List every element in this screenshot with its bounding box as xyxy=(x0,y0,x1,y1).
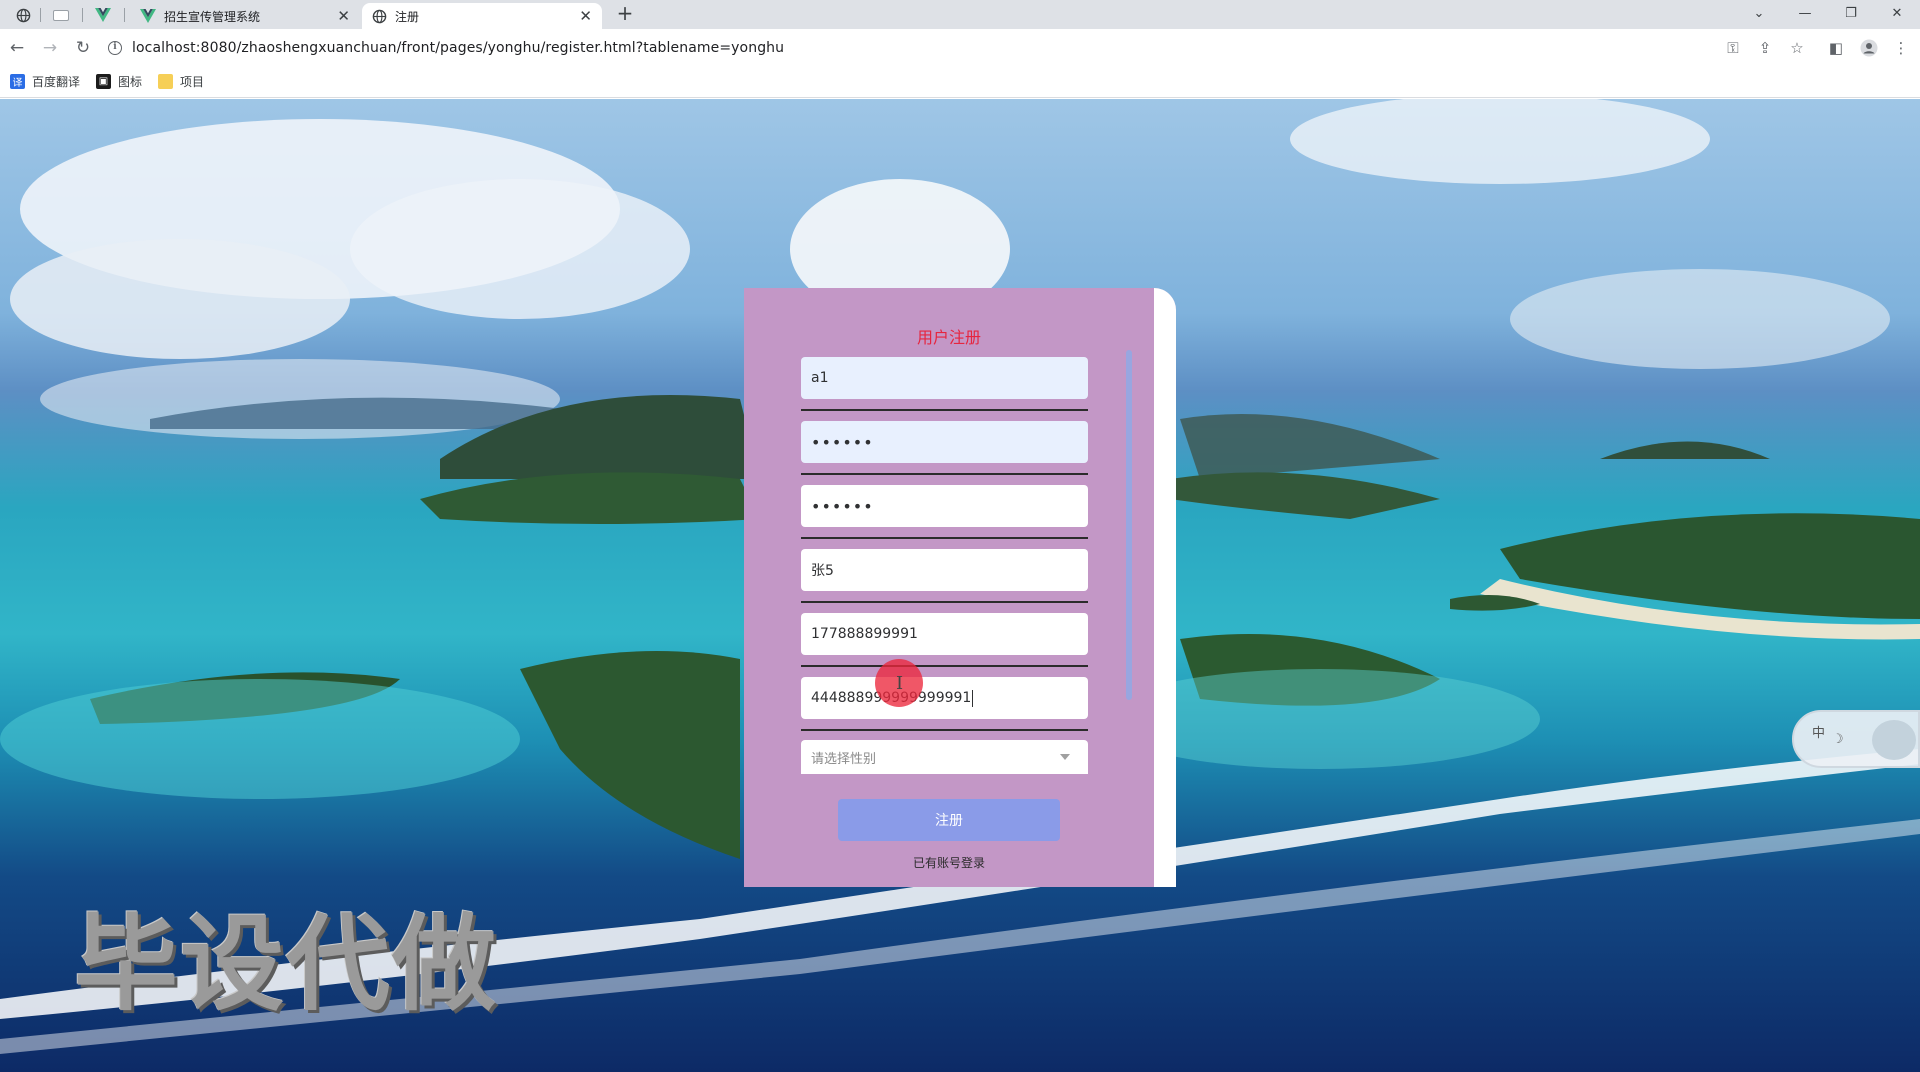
side-panel-icon[interactable]: ◧ xyxy=(1823,35,1849,61)
password-input[interactable]: •••••• xyxy=(801,421,1088,463)
share-icon[interactable]: ⇪ xyxy=(1752,35,1778,61)
bookmark-project-folder[interactable]: 项目 xyxy=(158,73,204,90)
key-icon[interactable]: ⚿ xyxy=(1720,35,1746,61)
blank-page-icon xyxy=(53,9,69,21)
bookmark-label: 图标 xyxy=(118,75,143,89)
gender-select[interactable]: 请选择性别 xyxy=(801,740,1088,774)
pinned-tab-vue[interactable] xyxy=(88,3,118,27)
tab-register[interactable]: 注册 ✕ xyxy=(362,3,602,29)
phone-input[interactable]: 177888899991 xyxy=(801,613,1088,655)
folder-icon xyxy=(158,74,174,89)
image-icon: ▣ xyxy=(96,74,112,89)
menu-kebab-icon[interactable]: ⋮ xyxy=(1888,35,1914,61)
login-link[interactable]: 已有账号登录 xyxy=(744,854,1154,871)
field-divider xyxy=(801,537,1088,539)
close-tab-icon[interactable]: ✕ xyxy=(337,7,350,25)
panel-edge xyxy=(1154,288,1176,887)
globe-icon xyxy=(16,8,30,22)
pinned-tab-globe[interactable] xyxy=(8,3,38,27)
avatar xyxy=(1860,39,1878,57)
vue-logo-icon xyxy=(95,8,111,22)
dropdown-arrow-icon xyxy=(1060,754,1070,760)
address-bar[interactable]: i localhost:8080/zhaoshengxuanchuan/fron… xyxy=(108,33,1768,62)
ime-mascot-icon xyxy=(1872,720,1916,760)
register-button[interactable]: 注册 xyxy=(838,799,1060,841)
close-window-icon[interactable]: ✕ xyxy=(1874,0,1920,26)
text-cursor-icon: I xyxy=(896,673,904,694)
watermark-text: 毕设代做 xyxy=(74,903,499,1025)
reload-icon[interactable]: ↻ xyxy=(70,35,96,61)
vue-logo-icon xyxy=(140,9,156,23)
field-divider xyxy=(801,409,1088,411)
profile-icon[interactable] xyxy=(1856,35,1882,61)
text-caret xyxy=(972,689,974,707)
username-input[interactable]: a1 xyxy=(801,357,1088,399)
pinned-tab-blank[interactable] xyxy=(46,3,76,27)
back-arrow-icon[interactable]: ← xyxy=(4,35,30,61)
tab-search-chevron-icon[interactable]: ⌄ xyxy=(1736,0,1782,26)
field-divider xyxy=(801,729,1088,731)
moon-icon: ☽ xyxy=(1832,732,1844,747)
browser-toolbar: ← → ↻ i localhost:8080/zhaoshengxuanchua… xyxy=(0,29,1920,66)
field-divider xyxy=(801,601,1088,603)
id-number-input[interactable]: 444888999999999991 xyxy=(801,677,1088,719)
baidu-translate-icon: 译 xyxy=(10,74,25,89)
bookmark-icons[interactable]: ▣ 图标 xyxy=(96,73,142,90)
gender-placeholder: 请选择性别 xyxy=(811,751,877,767)
form-title: 用户注册 xyxy=(916,328,981,347)
tab-admin-system[interactable]: 招生宣传管理系统 ✕ xyxy=(130,3,360,29)
form-scrollbar[interactable] xyxy=(1126,350,1132,700)
tab-strip: 招生宣传管理系统 ✕ 注册 ✕ + ⌄ — ❐ ✕ xyxy=(0,0,1920,29)
bookmarks-bar: 译 百度翻译 ▣ 图标 项目 xyxy=(0,66,1920,98)
field-divider xyxy=(801,665,1088,667)
field-divider xyxy=(801,473,1088,475)
register-panel: 用户注册 a1 •••••• •••••• 张5 177888899991 44… xyxy=(744,288,1176,887)
minimize-icon[interactable]: — xyxy=(1782,0,1828,26)
name-input[interactable]: 张5 xyxy=(801,549,1088,591)
ime-mode-label: 中 xyxy=(1812,726,1826,741)
confirm-password-input[interactable]: •••••• xyxy=(801,485,1088,527)
bookmark-baidu-translate[interactable]: 译 百度翻译 xyxy=(10,73,80,90)
close-tab-icon[interactable]: ✕ xyxy=(579,7,592,25)
bookmark-label: 百度翻译 xyxy=(32,75,81,89)
globe-icon xyxy=(372,9,387,23)
tab-separator xyxy=(40,8,41,22)
restore-icon[interactable]: ❐ xyxy=(1828,0,1874,26)
site-info-icon[interactable]: i xyxy=(108,40,122,55)
url-text: localhost:8080/zhaoshengxuanchuan/front/… xyxy=(132,39,785,56)
page-background: 用户注册 a1 •••••• •••••• 张5 177888899991 44… xyxy=(0,99,1920,1072)
tab-title: 招生宣传管理系统 xyxy=(164,9,261,24)
tab-separator xyxy=(82,8,83,22)
bookmark-label: 项目 xyxy=(180,75,205,89)
forward-arrow-icon[interactable]: → xyxy=(37,35,63,61)
ime-toolbar[interactable]: 中 ☽ xyxy=(1792,710,1920,768)
bookmark-star-icon[interactable]: ☆ xyxy=(1784,35,1810,61)
tab-separator xyxy=(124,8,125,22)
window-controls: ⌄ — ❐ ✕ xyxy=(1736,0,1920,26)
tab-title: 注册 xyxy=(395,9,420,24)
new-tab-button[interactable]: + xyxy=(612,1,638,27)
